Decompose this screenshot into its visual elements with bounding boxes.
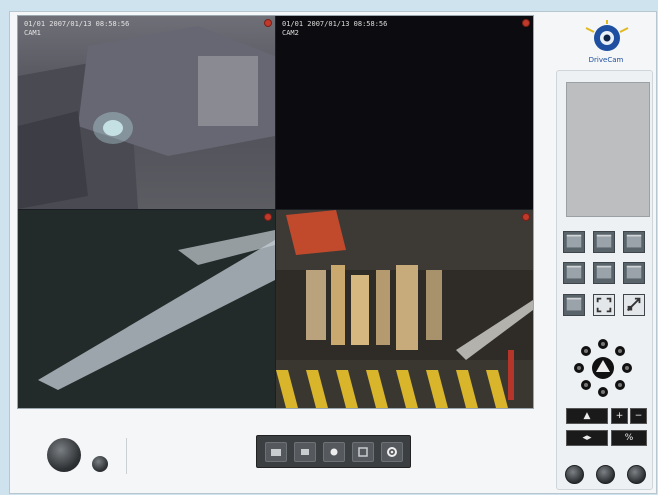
video-wall: 01/01 2007/01/13 08:58:56 CAM1 01/01 200… (17, 15, 534, 409)
camera-2-label: CAM2 (282, 29, 299, 37)
sequence-icon (626, 297, 641, 312)
camera-3-scene (18, 210, 275, 408)
playback-toolbar (256, 435, 411, 468)
play-icon (330, 448, 337, 455)
single-view-icon (626, 265, 642, 279)
camera-zoom-icon: ▲ (583, 411, 591, 421)
pause-icon (357, 446, 368, 457)
settings-button[interactable] (627, 465, 646, 484)
zoom-in-button[interactable]: + (611, 408, 628, 424)
brand-logo-text: DriveCam (589, 56, 624, 64)
record-button[interactable] (596, 465, 615, 484)
layout-7-button[interactable] (563, 294, 585, 316)
settings-toolbar-button[interactable] (380, 441, 403, 462)
open-file-button[interactable] (264, 441, 287, 462)
volume-knob[interactable] (47, 438, 81, 472)
iris-button[interactable]: % (611, 430, 647, 446)
iris-label: % (624, 433, 634, 443)
ptz-control-pad (571, 336, 635, 400)
camera-view-2[interactable]: 01/01 2007/01/13 08:58:56 CAM2 (276, 16, 533, 209)
single-view-icon (626, 234, 642, 248)
ptz-directional-icon (574, 339, 632, 397)
fullscreen-button[interactable] (593, 294, 615, 316)
camera-view-3[interactable] (18, 210, 275, 408)
camera-2-osd: 01/01 2007/01/13 08:58:56 CAM2 (282, 20, 387, 38)
camera-2-record-indicator (522, 19, 530, 27)
mic-knob[interactable] (92, 456, 108, 472)
brand-logo: DriveCam (576, 18, 636, 68)
camera-view-4[interactable] (276, 210, 533, 408)
folder-icon (270, 448, 281, 456)
fullscreen-icon (596, 297, 612, 313)
camera-2-timestamp: 01/01 2007/01/13 08:58:56 (282, 20, 388, 28)
layout-5-button[interactable] (593, 262, 615, 284)
divider (126, 438, 127, 474)
focus-label: ◂▸ (582, 433, 592, 443)
camera-1-label: CAM1 (24, 29, 41, 37)
layout-3-button[interactable] (623, 231, 645, 253)
camera-1-timestamp: 01/01 2007/01/13 08:58:56 (24, 20, 130, 28)
single-view-icon (566, 234, 582, 248)
camera-1-osd: 01/01 2007/01/13 08:58:56 CAM1 (24, 20, 129, 38)
camera-view-1[interactable]: 01/01 2007/01/13 08:58:56 CAM1 (18, 16, 275, 209)
layout-2-button[interactable] (593, 231, 615, 253)
play-button[interactable] (322, 441, 345, 462)
layout-1-button[interactable] (563, 231, 585, 253)
single-view-icon (566, 265, 582, 279)
single-view-icon (566, 297, 582, 311)
stop-icon (300, 448, 309, 455)
single-view-icon (596, 265, 612, 279)
snapshot-button[interactable] (565, 465, 584, 484)
camera-1-record-indicator (264, 19, 272, 27)
brand-logo-icon: DriveCam (585, 18, 629, 64)
layout-6-button[interactable] (623, 262, 645, 284)
camera-3-record-indicator (264, 213, 272, 221)
zoom-out-label: − (634, 411, 643, 421)
camera-4-record-indicator (522, 213, 530, 221)
zoom-in-label: + (615, 411, 624, 421)
stop-button[interactable] (293, 441, 316, 462)
sequence-button[interactable] (623, 294, 645, 316)
layout-4-button[interactable] (563, 262, 585, 284)
gear-icon (386, 446, 397, 457)
camera-4-scene (276, 210, 533, 408)
camera-1-scene (18, 26, 275, 209)
pause-button[interactable] (351, 441, 374, 462)
zoom-out-button[interactable]: − (630, 408, 647, 424)
preview-window (566, 82, 650, 217)
single-view-icon (596, 234, 612, 248)
focus-button[interactable]: ◂▸ (566, 430, 608, 446)
zoom-button[interactable]: ▲ (566, 408, 608, 424)
